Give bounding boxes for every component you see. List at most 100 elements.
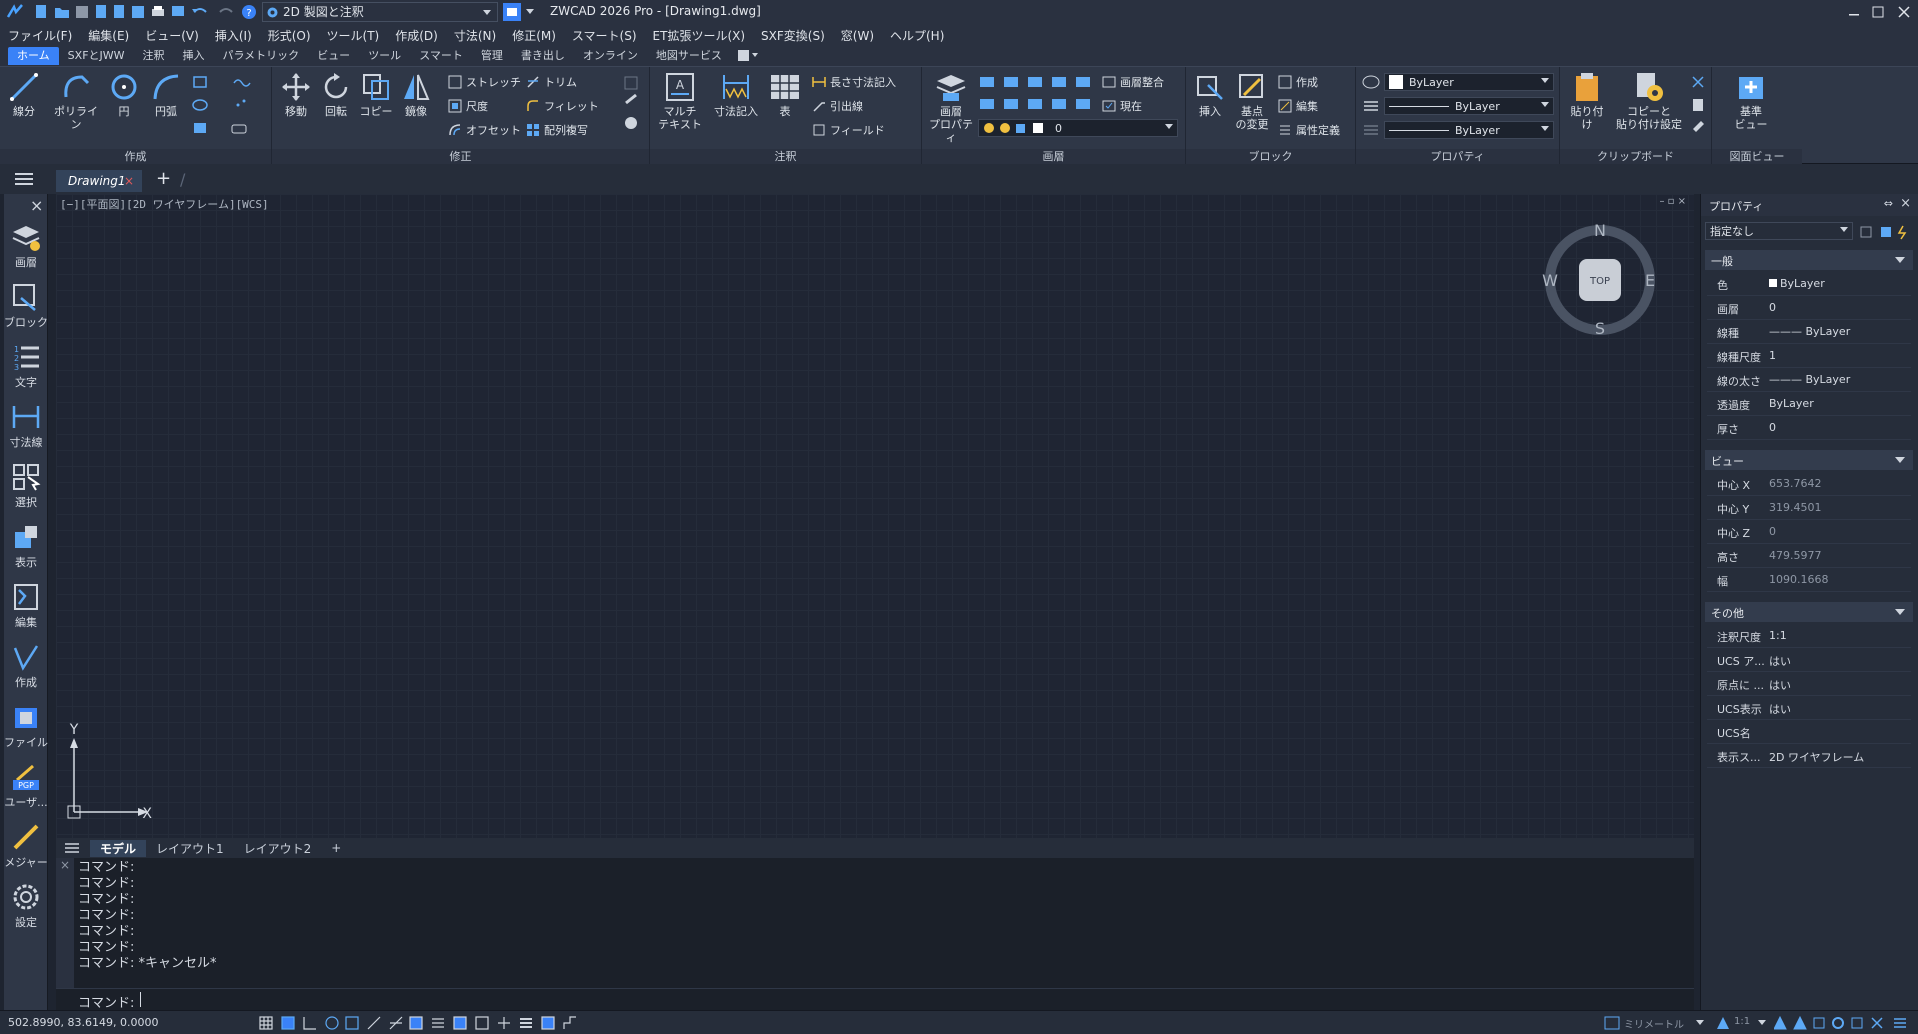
tab-output[interactable]: 書き出し [512, 47, 574, 65]
menu-format[interactable]: 形式(O) [260, 27, 319, 44]
menu-modify[interactable]: 修正(M) [504, 27, 564, 44]
close-toolbar-icon[interactable]: × [30, 196, 43, 215]
tab-parametric[interactable]: パラメトリック [214, 47, 309, 65]
layer-properties-button[interactable]: 画層 プロパティ [928, 71, 974, 144]
copy-button[interactable]: コピー [356, 71, 396, 118]
prop-row[interactable]: 注釈尺度 1:1 [1707, 624, 1911, 648]
trim-button[interactable]: トリム [526, 73, 577, 91]
qat-chevron-icon[interactable] [526, 9, 534, 14]
ribbon-toggle-icon[interactable] [737, 49, 759, 63]
prop-row[interactable]: 幅 1090.1668 [1707, 568, 1911, 592]
side-settings-button[interactable]: 設定 [4, 878, 48, 936]
arc-button[interactable]: 円弧 [146, 71, 186, 118]
scale-button[interactable]: 尺度 [448, 97, 488, 115]
menu-edit[interactable]: 編集(E) [80, 27, 137, 44]
match-properties-icon[interactable] [1362, 75, 1380, 89]
layer-dropdown[interactable]: 0 [978, 119, 1178, 137]
close-panel-icon[interactable]: × [1900, 196, 1911, 211]
viewport-label[interactable]: [−][平面図][2D ワイヤフレーム][WCS] [60, 196, 269, 212]
layout-tab-model[interactable]: モデル [90, 839, 147, 857]
prop-row[interactable]: 線種尺度 1 [1707, 344, 1911, 368]
side-measure-button[interactable]: メジャー [4, 818, 48, 876]
tab-tools[interactable]: ツール [359, 47, 410, 65]
command-history[interactable]: × コマンド: コマンド: コマンド: コマンド: コマンド: コマンド: コマ… [56, 858, 1694, 988]
prop-row[interactable]: 線の太さ ——— ByLayer [1707, 368, 1911, 392]
section-general[interactable]: 一般 [1705, 250, 1913, 270]
side-create-button[interactable]: 作成 [4, 638, 48, 696]
menu-view[interactable]: ビュー(V) [137, 27, 207, 44]
menu-window[interactable]: 窓(W) [833, 27, 882, 44]
copy-paste-settings-button[interactable]: コピーと 貼り付け設定 [1614, 71, 1684, 131]
menu-draw[interactable]: 作成(D) [387, 27, 446, 44]
paste-button[interactable]: 貼り付け [1566, 71, 1608, 131]
menu-insert[interactable]: 挿入(I) [207, 27, 260, 44]
group-annotation-label[interactable]: 注釈 [650, 149, 921, 165]
offset-button[interactable]: オフセット [448, 121, 521, 139]
viewcube[interactable]: TOP N S E W [1540, 220, 1660, 340]
mirror-button[interactable]: 鏡像 [396, 71, 436, 118]
units-label[interactable]: ミリメートル [1624, 1016, 1684, 1031]
drafting-toggles[interactable] [258, 1015, 578, 1031]
dimension-button[interactable]: 寸法記入 [708, 71, 764, 118]
tab-smart[interactable]: スマート [410, 47, 472, 65]
publish-icon[interactable] [130, 4, 146, 20]
create-small-tools-icon[interactable] [192, 75, 268, 139]
command-input[interactable]: コマンド: [56, 988, 1694, 1011]
close-tab-icon[interactable]: × [124, 170, 134, 192]
status-tray-icons[interactable] [1774, 1015, 1914, 1031]
group-properties-label[interactable]: プロパティ [1356, 149, 1559, 165]
tab-view[interactable]: ビュー [308, 47, 359, 65]
export-icon[interactable] [112, 4, 126, 20]
zwcad-logo-icon[interactable] [6, 3, 24, 21]
pin-icon[interactable]: ⇔ [1884, 197, 1893, 210]
leader-button[interactable]: 引出線 [812, 97, 863, 115]
doc-tab-drawing1[interactable]: Drawing1 × [56, 170, 142, 192]
compass-south[interactable]: S [1595, 319, 1605, 338]
section-view[interactable]: ビュー [1705, 450, 1913, 470]
side-edit-button[interactable]: 編集 [4, 578, 48, 636]
linetype-dropdown[interactable]: ByLayer [1384, 97, 1554, 115]
color-dropdown[interactable]: ByLayer [1384, 73, 1554, 91]
table-button[interactable]: 表 [768, 71, 802, 118]
layer-tools-icon[interactable] [978, 73, 1098, 113]
tab-annotate[interactable]: 注釈 [134, 47, 174, 65]
field-button[interactable]: フィールド [812, 121, 885, 139]
prop-row[interactable]: 原点に ... はい [1707, 672, 1911, 696]
layer-match-button[interactable]: 画層整合 [1102, 73, 1164, 91]
new-file-icon[interactable] [34, 4, 48, 20]
help-icon[interactable]: ? [240, 3, 258, 21]
layout-tab-1[interactable]: レイアウト1 [146, 840, 234, 857]
polyline-button[interactable]: ポリライン [50, 71, 102, 131]
menu-sxf[interactable]: SXF変換(S) [753, 27, 833, 44]
prop-row[interactable]: UCS表示 はい [1707, 696, 1911, 720]
side-block-button[interactable]: ブロック [4, 278, 48, 336]
insert-block-button[interactable]: 挿入 [1192, 71, 1228, 118]
group-layer-label[interactable]: 画層 [922, 149, 1185, 165]
tab-online[interactable]: オンライン [574, 47, 647, 65]
group-clipboard-label[interactable]: クリップボード [1560, 149, 1711, 165]
group-drawing-view-label[interactable]: 図面ビュー [1712, 149, 1802, 165]
side-file-button[interactable]: ファイル [4, 698, 48, 756]
rotate-button[interactable]: 回転 [316, 71, 356, 118]
stretch-button[interactable]: ストレッチ [448, 73, 521, 91]
lineweight-dropdown[interactable]: ByLayer [1384, 121, 1554, 139]
tab-sxf-jww[interactable]: SXFとJWW [59, 47, 134, 65]
tab-manage[interactable]: 管理 [472, 47, 512, 65]
linear-dim-button[interactable]: 長さ寸法記入 [812, 73, 896, 91]
side-user-button[interactable]: PGP ユーザ... [4, 758, 48, 816]
prop-row[interactable]: 中心 X 653.7642 [1707, 472, 1911, 496]
selection-tools-icon[interactable] [1859, 224, 1915, 240]
layout-menu-icon[interactable] [64, 842, 82, 854]
side-dimension-button[interactable]: 寸法線 [4, 398, 48, 456]
create-block-button[interactable]: 作成 [1278, 73, 1318, 91]
menu-file[interactable]: ファイル(F) [0, 27, 80, 44]
annotation-monitor-icon[interactable] [1604, 1015, 1620, 1031]
prop-row[interactable]: 線種 ——— ByLayer [1707, 320, 1911, 344]
open-folder-icon[interactable] [54, 4, 70, 20]
side-layer-button[interactable]: 画層 [4, 218, 48, 276]
hamburger-menu-icon[interactable] [14, 172, 34, 186]
side-display-button[interactable]: 表示 [4, 518, 48, 576]
tab-insert[interactable]: 挿入 [174, 47, 214, 65]
undo-icon[interactable] [190, 4, 210, 20]
prop-row[interactable]: UCS名 [1707, 720, 1911, 744]
